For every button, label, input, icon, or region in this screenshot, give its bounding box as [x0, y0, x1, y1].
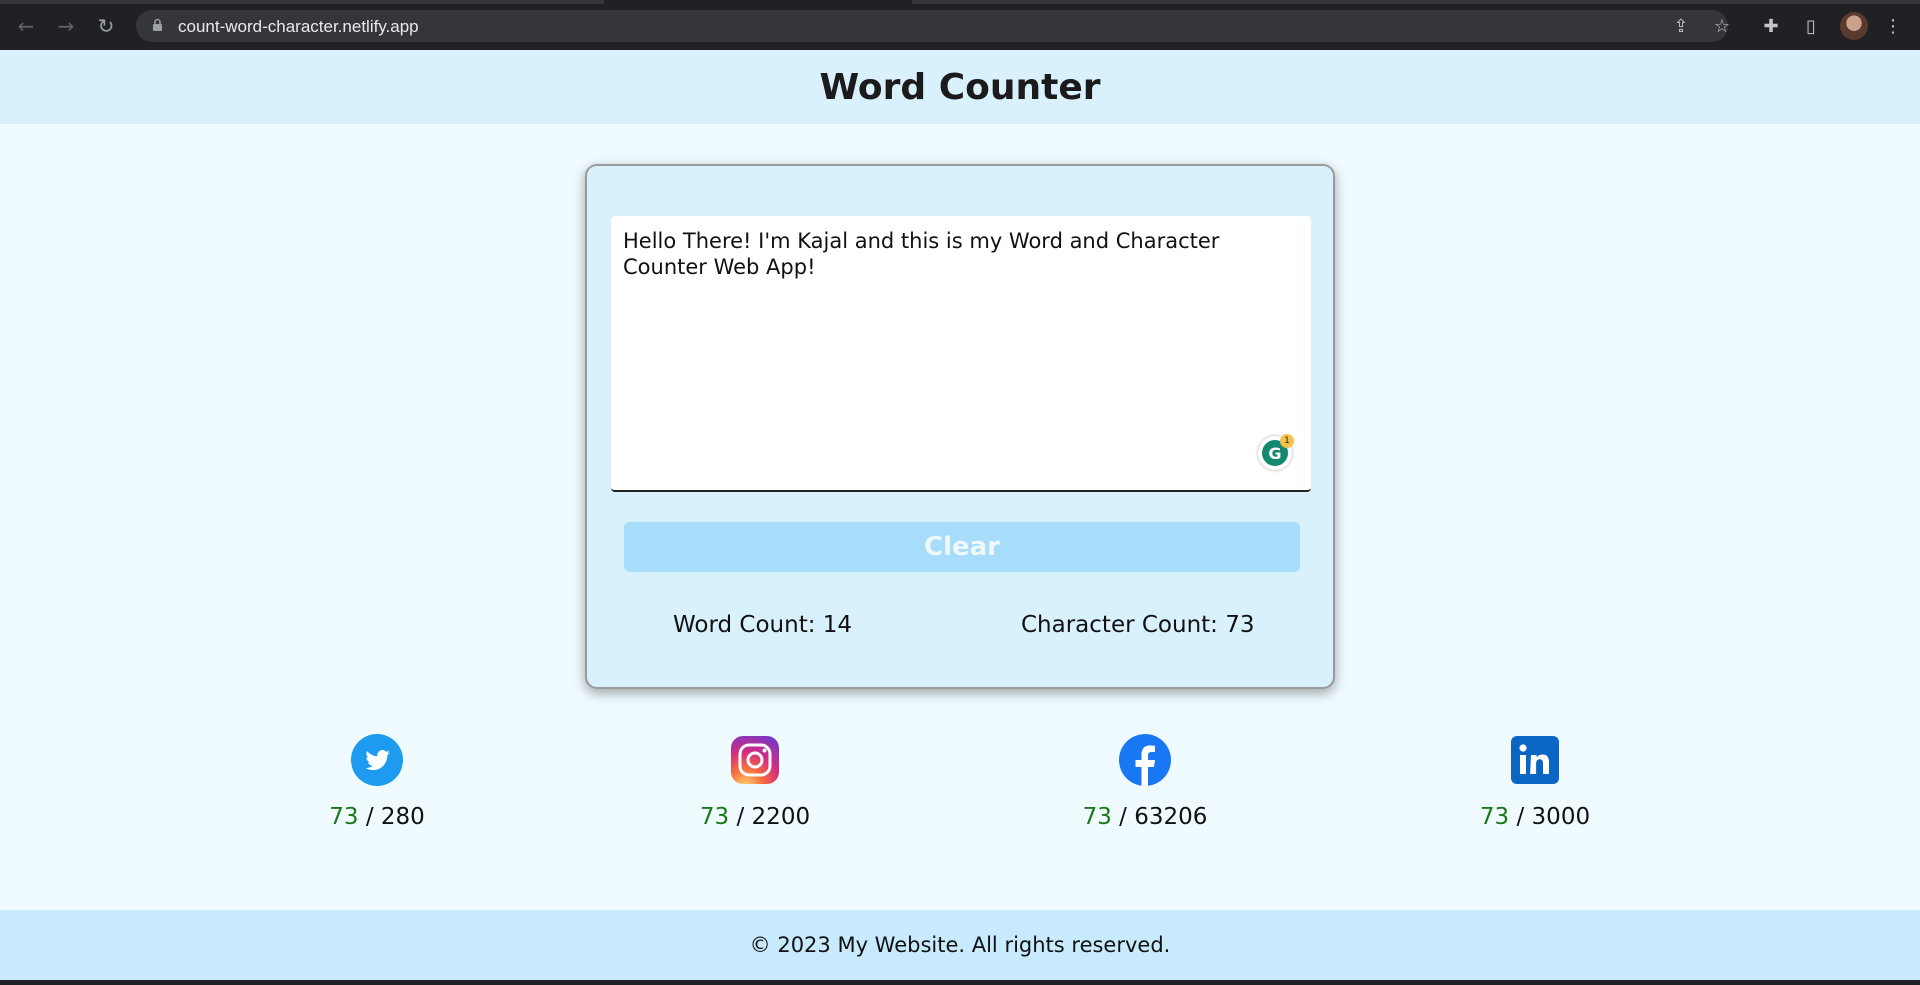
social-twitter: 73 / 280 — [277, 734, 477, 830]
twitter-limit: 280 — [380, 804, 425, 830]
browser-toolbar: ← → ↻ count-word-character.netlify.app ⇪… — [0, 0, 1920, 50]
social-instagram: 73 / 2200 — [655, 734, 855, 830]
text-input[interactable]: Hello There! I'm Kajal and this is my Wo… — [611, 216, 1311, 492]
instagram-separator: / — [736, 804, 745, 830]
instagram-limit: 2200 — [751, 804, 811, 830]
active-tab[interactable] — [604, 0, 912, 4]
linkedin-current: 73 — [1479, 804, 1510, 830]
linkedin-limit: 3000 — [1531, 804, 1591, 830]
instagram-current: 73 — [699, 804, 730, 830]
page-title: Word Counter — [819, 66, 1101, 108]
clear-button[interactable]: Clear — [624, 522, 1300, 572]
facebook-count: 73 / 63206 — [1045, 804, 1245, 830]
instagram-icon[interactable] — [729, 734, 781, 786]
window-bottom-edge — [0, 980, 1920, 985]
share-icon[interactable]: ⇪ — [1668, 13, 1694, 39]
site-footer: © 2023 My Website. All rights reserved. — [0, 910, 1920, 980]
lock-icon — [153, 18, 162, 31]
reload-icon[interactable]: ↻ — [92, 12, 120, 40]
address-bar[interactable]: count-word-character.netlify.app — [136, 10, 1728, 42]
grammarly-badge: 1 — [1280, 434, 1294, 448]
bookmark-star-icon[interactable]: ☆ — [1709, 13, 1735, 39]
facebook-current: 73 — [1082, 804, 1112, 830]
footer-copyright: © 2023 My Website. All rights reserved. — [749, 933, 1171, 957]
twitter-current: 73 — [329, 804, 359, 830]
word-count: Word Count: 14 — [673, 612, 853, 638]
linkedin-icon[interactable] — [1509, 734, 1561, 786]
twitter-separator: / — [365, 804, 374, 830]
character-count: Character Count: 73 — [1021, 612, 1255, 638]
url-text: count-word-character.netlify.app — [178, 17, 419, 36]
twitter-count: 73 / 280 — [277, 804, 477, 830]
back-icon[interactable]: ← — [12, 12, 40, 40]
side-panel-icon[interactable]: ▯ — [1798, 13, 1824, 39]
instagram-count: 73 / 2200 — [655, 804, 855, 830]
forward-icon[interactable]: → — [52, 12, 80, 40]
grammarly-icon[interactable]: G 1 — [1258, 434, 1294, 470]
menu-kebab-icon[interactable]: ⋮ — [1880, 13, 1906, 39]
facebook-icon[interactable] — [1119, 734, 1171, 786]
facebook-limit: 63206 — [1134, 804, 1208, 830]
extensions-icon[interactable]: ✚ — [1758, 13, 1784, 39]
counter-card: Hello There! I'm Kajal and this is my Wo… — [585, 164, 1335, 689]
social-linkedin: 73 / 3000 — [1435, 734, 1635, 830]
tab-strip — [0, 0, 1920, 4]
profile-avatar[interactable] — [1840, 12, 1868, 40]
linkedin-separator: / — [1516, 804, 1525, 830]
facebook-separator: / — [1119, 804, 1127, 830]
site-header: Word Counter — [0, 50, 1920, 124]
linkedin-count: 73 / 3000 — [1435, 804, 1635, 830]
twitter-icon[interactable] — [351, 734, 403, 786]
social-facebook: 73 / 63206 — [1045, 734, 1245, 830]
